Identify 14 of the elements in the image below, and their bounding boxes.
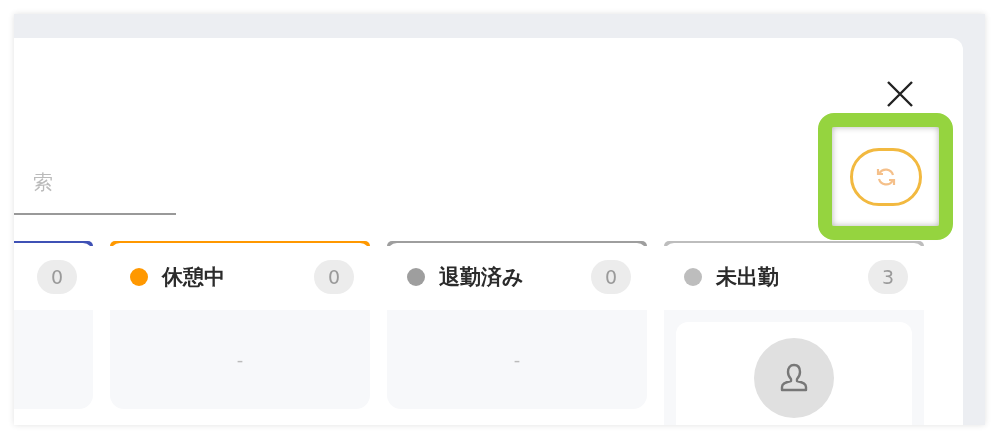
count-badge: 3	[868, 259, 908, 294]
close-icon	[886, 80, 914, 108]
empty-text: -	[236, 349, 244, 370]
refresh-button[interactable]	[849, 147, 922, 206]
employee-card[interactable]	[676, 322, 912, 425]
count-badge: 0	[314, 259, 354, 294]
count-badge: 0	[37, 259, 77, 294]
search-field[interactable]: 索	[14, 113, 176, 215]
column-title: 未出勤	[716, 263, 779, 291]
count-badge: 0	[591, 259, 631, 294]
close-button[interactable]	[886, 80, 914, 108]
column-title: 休憩中	[162, 263, 225, 291]
empty-text: -	[513, 349, 521, 370]
column-title: 退勤済み	[439, 263, 524, 291]
